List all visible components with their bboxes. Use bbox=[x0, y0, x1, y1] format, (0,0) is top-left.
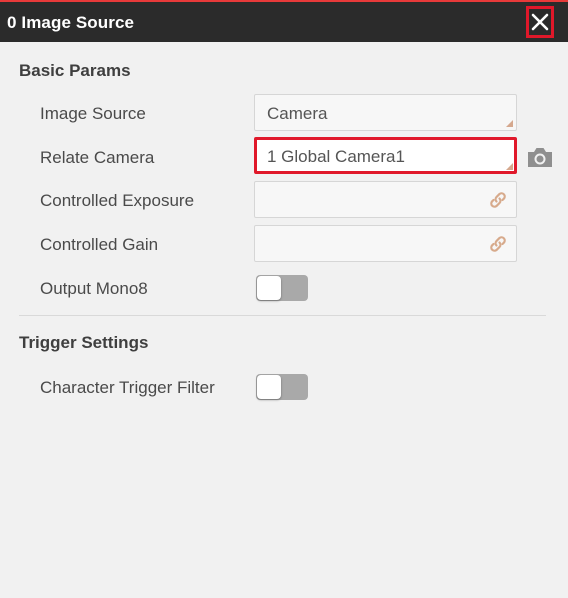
section-divider bbox=[19, 315, 546, 316]
dropdown-corner-indicator bbox=[506, 120, 513, 127]
relate-camera-value: 1 Global Camera1 bbox=[267, 147, 405, 166]
label-controlled-exposure: Controlled Exposure bbox=[40, 191, 195, 210]
window-titlebar: 0 Image Source bbox=[0, 2, 568, 42]
image-source-select[interactable]: Camera bbox=[254, 94, 517, 131]
label-character-trigger-filter: Character Trigger Filter bbox=[40, 378, 215, 397]
toggle-knob bbox=[257, 276, 281, 300]
section-title-basic-params: Basic Params bbox=[19, 61, 131, 80]
controlled-exposure-field[interactable] bbox=[254, 181, 517, 218]
label-controlled-gain: Controlled Gain bbox=[40, 235, 159, 254]
image-source-value: Camera bbox=[267, 104, 328, 123]
label-image-source: Image Source bbox=[40, 104, 146, 123]
panel-content: Basic Params Image Source Camera Relate … bbox=[0, 42, 568, 598]
dropdown-corner-indicator bbox=[506, 163, 513, 170]
character-trigger-filter-toggle[interactable] bbox=[256, 374, 308, 400]
output-mono8-toggle[interactable] bbox=[256, 275, 308, 301]
label-output-mono8: Output Mono8 bbox=[40, 279, 148, 298]
link-icon[interactable] bbox=[488, 190, 508, 210]
window-title: 0 Image Source bbox=[7, 13, 135, 32]
section-title-trigger-settings: Trigger Settings bbox=[19, 333, 149, 352]
label-relate-camera: Relate Camera bbox=[40, 148, 155, 167]
controlled-gain-field[interactable] bbox=[254, 225, 517, 262]
close-button[interactable] bbox=[526, 6, 554, 38]
close-icon bbox=[531, 13, 549, 31]
link-icon[interactable] bbox=[488, 234, 508, 254]
toggle-knob bbox=[257, 375, 281, 399]
relate-camera-select[interactable]: 1 Global Camera1 bbox=[254, 137, 517, 174]
camera-icon[interactable] bbox=[526, 145, 554, 169]
